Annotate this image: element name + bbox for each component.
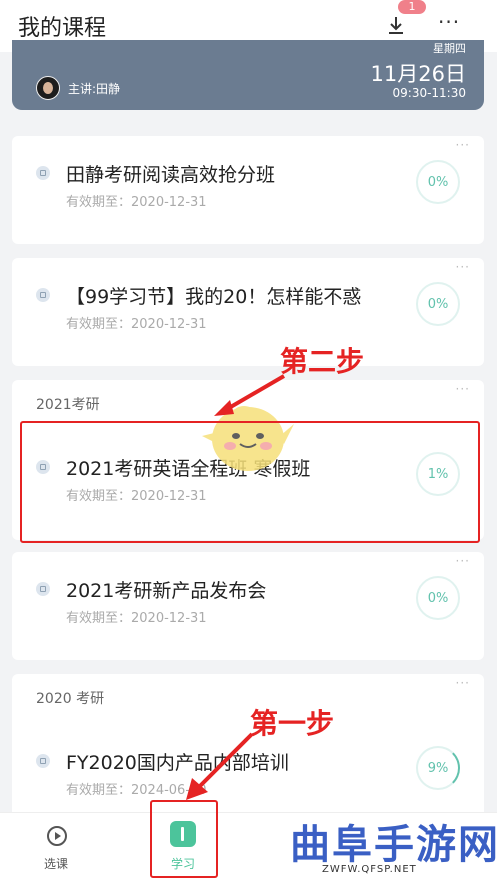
card-more-icon[interactable]: ··· bbox=[456, 554, 470, 568]
course-icon bbox=[36, 288, 50, 302]
page-title: 我的课程 bbox=[18, 16, 107, 41]
step1-highlight-box bbox=[150, 800, 218, 878]
course-title: 田静考研阅读高效抢分班 bbox=[66, 164, 276, 186]
course-progress: 0% bbox=[416, 576, 460, 620]
course-progress: 0% bbox=[416, 282, 460, 326]
download-icon[interactable] bbox=[384, 14, 408, 38]
course-progress: 0% bbox=[416, 160, 460, 204]
step1-arrow-icon bbox=[186, 732, 254, 800]
group-heading: 2021考研 bbox=[36, 397, 100, 413]
live-time: 09:30-11:30 bbox=[392, 86, 467, 100]
course-valid-date: 有效期至：2020-12-31 bbox=[66, 317, 207, 332]
live-date: 11月26日 bbox=[370, 62, 466, 86]
step1-annotation: 第一步 bbox=[250, 707, 335, 740]
course-icon bbox=[36, 166, 50, 180]
more-icon[interactable]: ··· bbox=[438, 10, 460, 34]
course-card[interactable]: ··· 【99学习节】我的20！怎样能不惑 有效期至：2020-12-31 0% bbox=[12, 258, 484, 366]
course-card[interactable]: ··· 2021考研新产品发布会 有效期至：2020-12-31 0% bbox=[12, 552, 484, 660]
group-heading: 2020 考研 bbox=[36, 691, 105, 707]
course-progress: 9% bbox=[416, 746, 460, 790]
step2-arrow-icon bbox=[214, 374, 286, 416]
course-title: 2021考研新产品发布会 bbox=[66, 580, 267, 602]
course-valid-date: 有效期至：2020-12-31 bbox=[66, 611, 207, 626]
course-icon bbox=[36, 582, 50, 596]
card-more-icon[interactable]: ··· bbox=[456, 260, 470, 274]
teacher-avatar bbox=[36, 76, 60, 100]
download-badge: 1 bbox=[398, 0, 426, 14]
step2-highlight-box bbox=[20, 421, 480, 543]
card-more-icon[interactable]: ··· bbox=[456, 138, 470, 152]
live-weekday: 星期四 bbox=[433, 42, 466, 55]
site-watermark: 曲阜手游网 ZWFW.QFSP.NET bbox=[290, 812, 497, 875]
step2-annotation: 第二步 bbox=[280, 345, 365, 378]
card-more-icon[interactable]: ··· bbox=[456, 676, 470, 690]
course-icon bbox=[36, 754, 50, 768]
watermark-text: 曲阜手游网 bbox=[290, 821, 497, 868]
live-course-banner[interactable]: 星期四 11月26日 09:30-11:30 主讲:田静 bbox=[12, 40, 484, 110]
watermark-url: ZWFW.QFSP.NET bbox=[322, 864, 417, 875]
play-icon[interactable] bbox=[46, 825, 68, 847]
tab-select-course[interactable]: 选课 bbox=[44, 855, 68, 872]
teacher-name: 主讲:田静 bbox=[68, 82, 121, 96]
card-more-icon[interactable]: ··· bbox=[456, 382, 470, 396]
course-card[interactable]: ··· 田静考研阅读高效抢分班 有效期至：2020-12-31 0% bbox=[12, 136, 484, 244]
course-title: 【99学习节】我的20！怎样能不惑 bbox=[66, 286, 362, 308]
course-valid-date: 有效期至：2020-12-31 bbox=[66, 195, 207, 210]
